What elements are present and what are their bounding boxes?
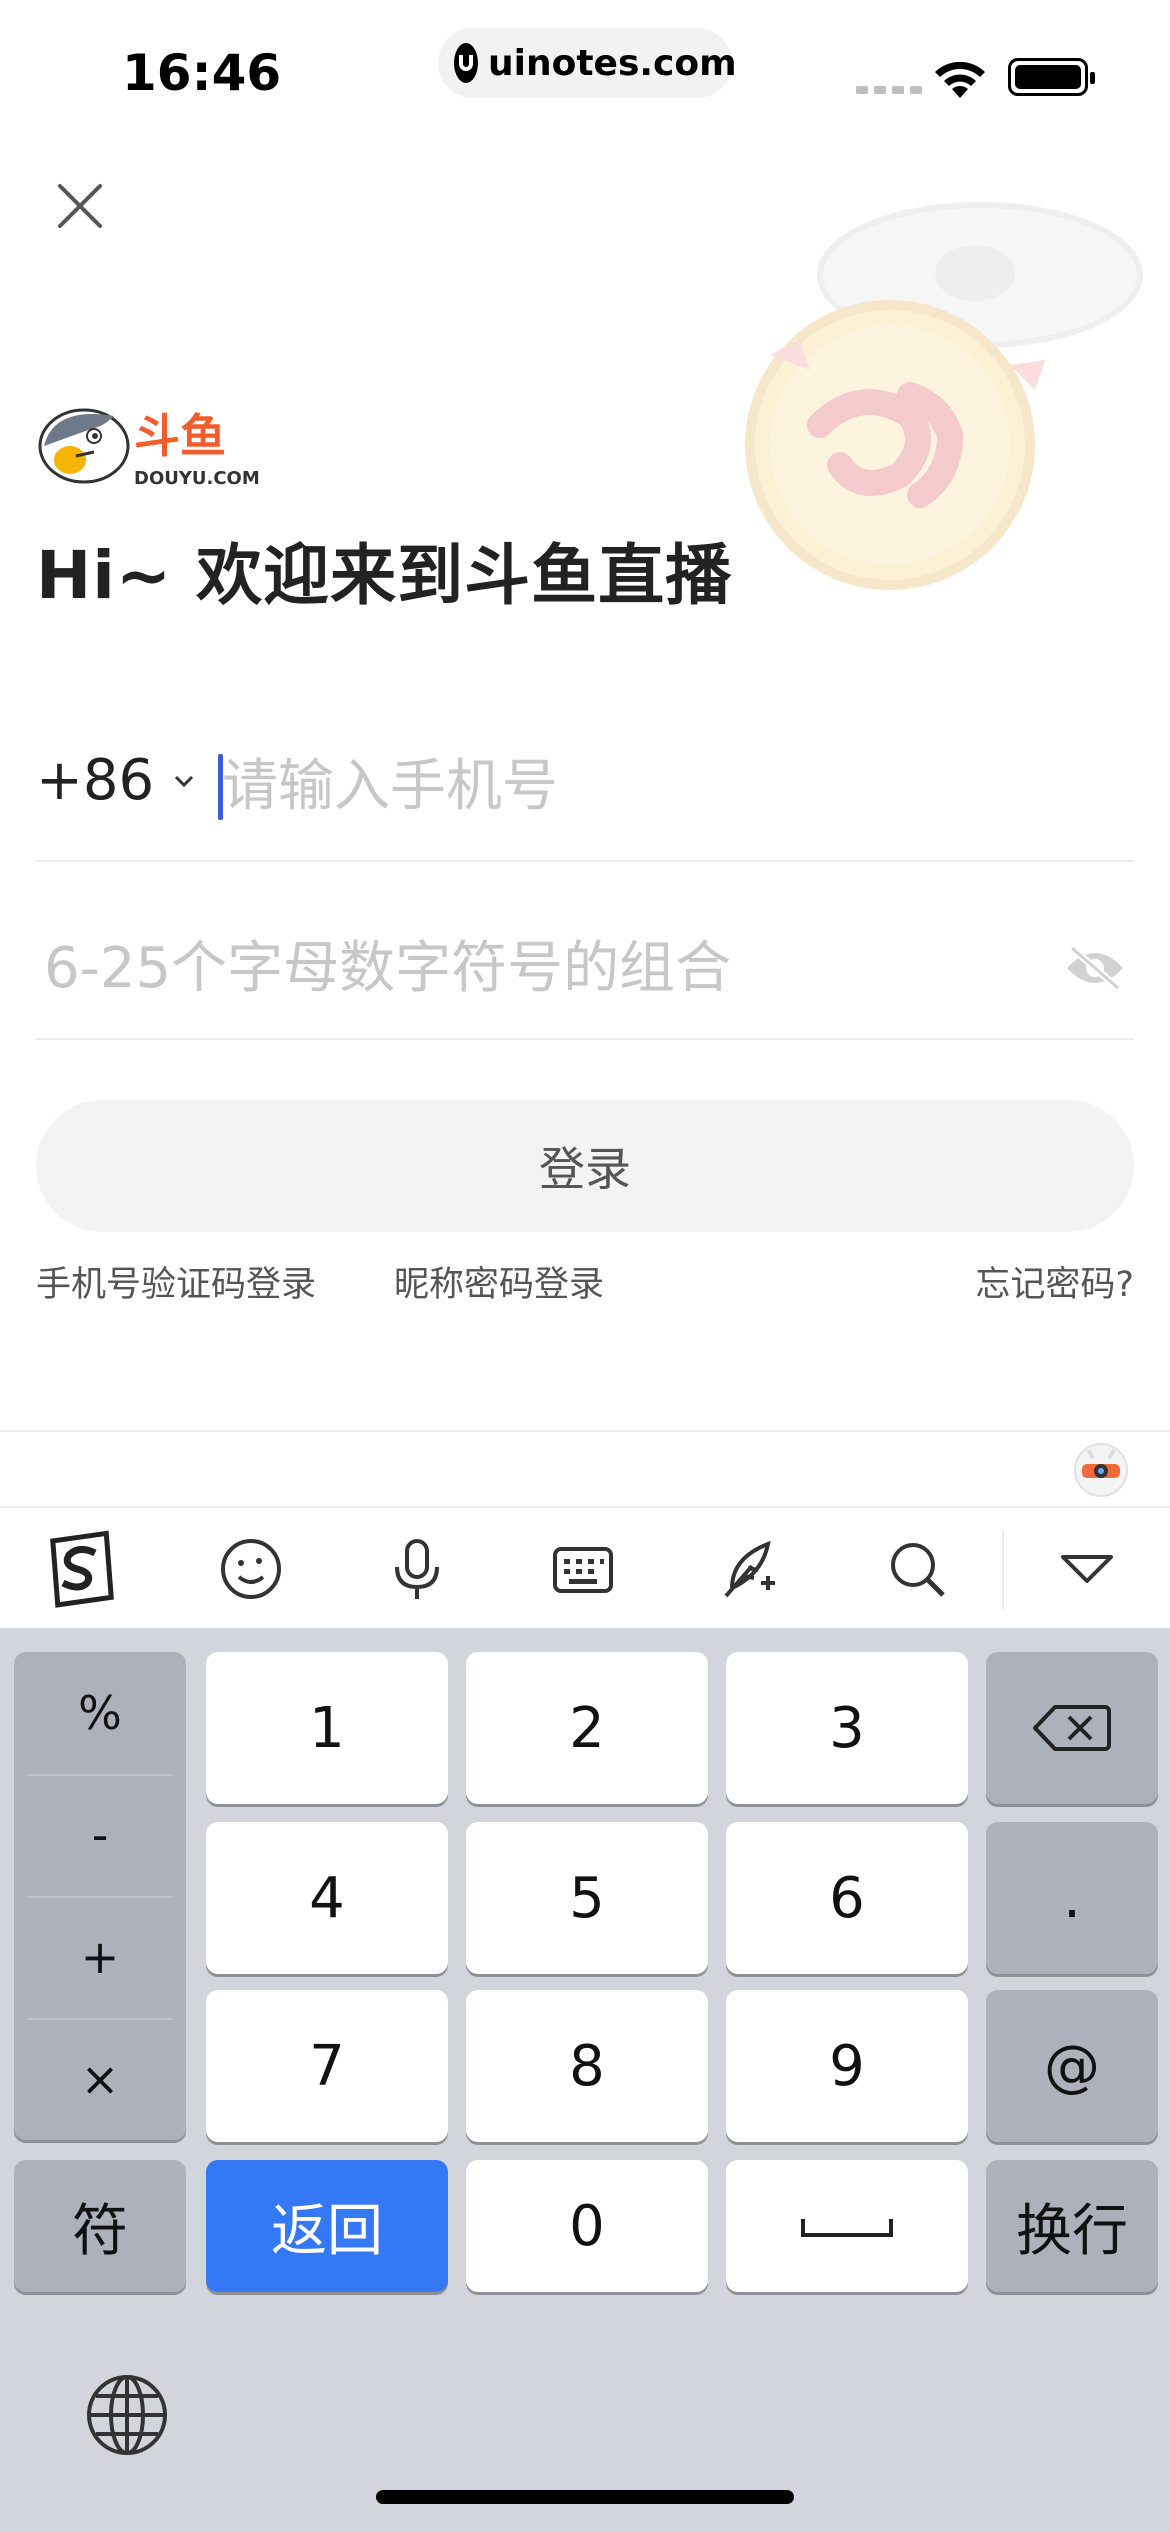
- space-icon: [801, 2219, 893, 2237]
- cellular-signal-icon: [856, 86, 922, 94]
- status-time: 16:46: [122, 44, 282, 102]
- status-bar: 16:46 uinotes.com: [0, 0, 1170, 130]
- key-at[interactable]: @: [986, 1990, 1158, 2142]
- home-indicator: [376, 2490, 794, 2504]
- microphone-icon[interactable]: [362, 1510, 472, 1628]
- key-3[interactable]: 3: [726, 1652, 968, 1804]
- newline-key[interactable]: 换行: [986, 2160, 1158, 2292]
- page-title: Hi~ 欢迎来到斗鱼直播: [36, 537, 733, 614]
- douyu-logo-domain: DOUYU.COM: [134, 468, 260, 489]
- mascot-illustration: [745, 202, 1143, 590]
- wifi-icon: [935, 61, 985, 98]
- quill-icon[interactable]: [696, 1510, 806, 1628]
- search-icon[interactable]: [862, 1510, 972, 1628]
- collapse-icon[interactable]: [1032, 1510, 1142, 1628]
- battery-icon: [1008, 58, 1095, 96]
- key-9[interactable]: 9: [726, 1990, 968, 2142]
- return-key[interactable]: 返回: [206, 2160, 448, 2292]
- symbol-column: % - + ×: [14, 1652, 186, 2140]
- key-dot[interactable]: .: [986, 1822, 1158, 1974]
- country-code: +86: [36, 748, 155, 813]
- numeric-keyboard: % - + × 1 2 3 4 5 6 . 7 8 9 @ 符 返回 0 换行: [0, 1628, 1170, 2532]
- password-row: [36, 910, 1134, 1040]
- key-1[interactable]: 1: [206, 1652, 448, 1804]
- sms-login-link[interactable]: 手机号验证码登录: [36, 1256, 316, 1307]
- key-7[interactable]: 7: [206, 1990, 448, 2142]
- close-icon[interactable]: [50, 176, 110, 236]
- chevron-down-icon: [175, 775, 194, 787]
- toolbar-divider: [1002, 1530, 1004, 1610]
- login-options: 手机号验证码登录 昵称密码登录 忘记密码?: [36, 1256, 1134, 1306]
- phone-row: +86: [36, 730, 1134, 862]
- uinotes-logo-icon: [454, 43, 478, 83]
- emoji-icon[interactable]: [196, 1510, 306, 1628]
- password-input[interactable]: [44, 928, 1024, 1008]
- forgot-password-link[interactable]: 忘记密码?: [975, 1256, 1134, 1307]
- key-5[interactable]: 5: [466, 1822, 708, 1974]
- keyboard-toolbar: [0, 1510, 1170, 1628]
- key-2[interactable]: 2: [466, 1652, 708, 1804]
- country-code-selector[interactable]: +86: [36, 748, 196, 813]
- key-minus[interactable]: -: [14, 1774, 186, 1896]
- nickname-login-link[interactable]: 昵称密码登录: [394, 1256, 604, 1307]
- phone-input[interactable]: [222, 746, 1102, 826]
- space-key[interactable]: [726, 2160, 968, 2292]
- symbol-key[interactable]: 符: [14, 2160, 186, 2292]
- key-0[interactable]: 0: [466, 2160, 708, 2292]
- backspace-icon: [1033, 1705, 1111, 1751]
- globe-icon[interactable]: [84, 2372, 170, 2458]
- sogou-logo-icon[interactable]: [28, 1510, 138, 1628]
- eye-off-icon[interactable]: [1064, 942, 1126, 994]
- douyu-logo: 斗鱼 DOUYU.COM: [38, 408, 260, 489]
- login-button[interactable]: 登录: [36, 1100, 1134, 1232]
- key-8[interactable]: 8: [466, 1990, 708, 2142]
- keyboard-suggestion-bar: [0, 1430, 1170, 1508]
- key-percent[interactable]: %: [14, 1652, 186, 1774]
- url-text: uinotes.com: [488, 42, 737, 84]
- douyu-logo-text: 斗鱼: [134, 409, 226, 463]
- url-pill: uinotes.com: [438, 28, 737, 98]
- key-6[interactable]: 6: [726, 1822, 968, 1974]
- keyboard-icon[interactable]: [528, 1510, 638, 1628]
- key-multiply[interactable]: ×: [14, 2018, 186, 2140]
- key-plus[interactable]: +: [14, 1896, 186, 2018]
- key-4[interactable]: 4: [206, 1822, 448, 1974]
- keyboard-mascot-icon[interactable]: [1072, 1440, 1130, 1498]
- backspace-key[interactable]: [986, 1652, 1158, 1804]
